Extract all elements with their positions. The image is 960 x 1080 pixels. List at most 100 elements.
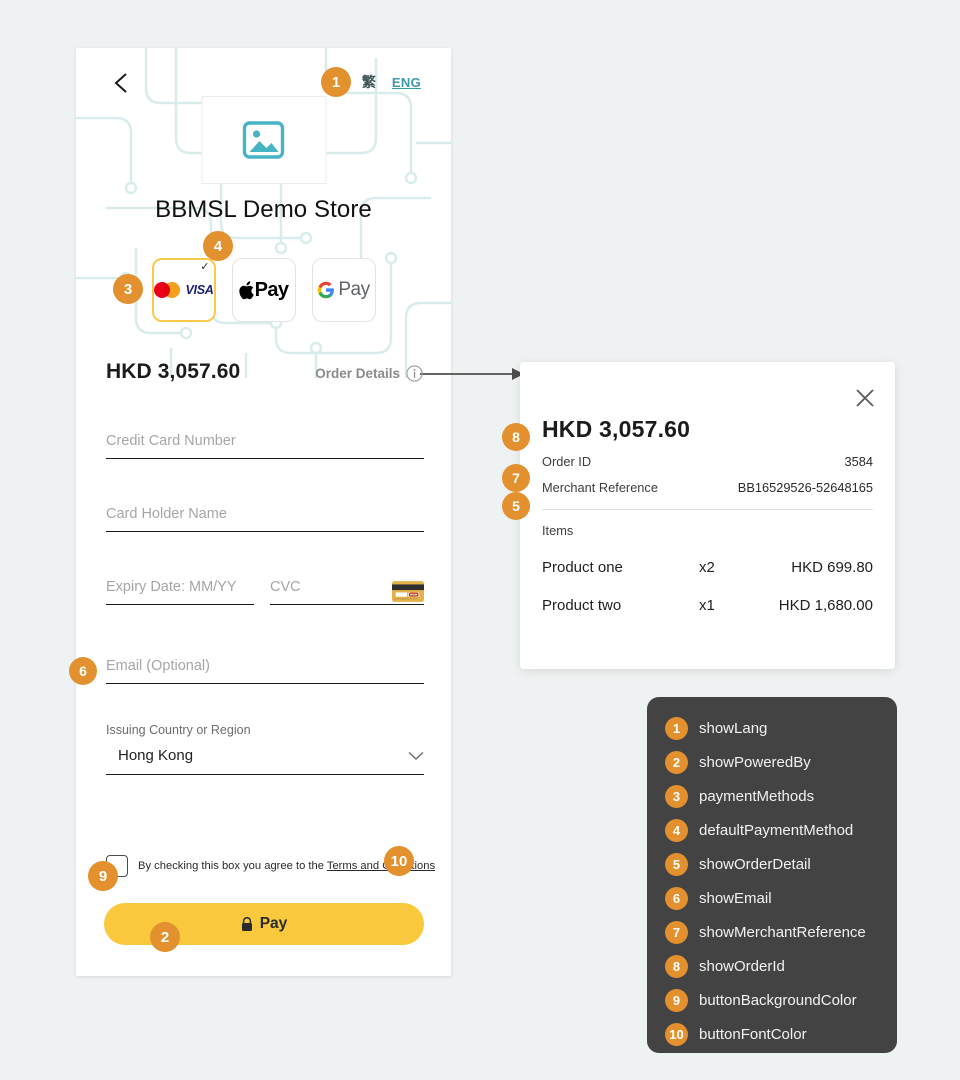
legend-badge: 8 (665, 954, 688, 978)
legend-item: 10 buttonFontColor (647, 1017, 897, 1051)
order-details-panel: HKD 3,057.60 Order ID 3584 Merchant Refe… (520, 362, 895, 669)
field-underline (270, 604, 424, 606)
google-pay-icon: Pay (317, 279, 370, 301)
store-logo (201, 96, 326, 184)
field-underline (106, 531, 424, 533)
payment-method-apple-pay[interactable]: Pay (231, 258, 296, 322)
legend-label: buttonFontColor (699, 1025, 807, 1043)
lock-icon (241, 916, 252, 931)
field-cvc[interactable]: CVC 123 (270, 579, 424, 606)
legend-badge: 1 (665, 716, 688, 740)
callout-badge-6: 6 (69, 657, 97, 685)
back-button[interactable] (110, 70, 132, 96)
callout-badge-2: 2 (150, 922, 180, 952)
field-expiry-date[interactable]: Expiry Date: MM/YY (106, 579, 254, 606)
legend-item: 3 paymentMethods (647, 779, 897, 813)
field-card-holder[interactable]: Card Holder Name (106, 506, 424, 533)
order-item-row: Product two x1 HKD 1,680.00 (542, 597, 873, 614)
language-option-zh[interactable]: 繁 (362, 72, 376, 92)
legend-item: 5 showOrderDetail (647, 847, 897, 881)
screenshot-root: 繁 ENG BBMSL Demo Store ✓ VISA Pay Pay HK… (0, 0, 960, 1080)
legend-label: showMerchantReference (699, 923, 866, 941)
legend-label: showOrderId (699, 957, 785, 975)
callout-badge-10: 10 (384, 846, 414, 876)
legend-label: defaultPaymentMethod (699, 821, 854, 839)
callout-badge-9: 9 (88, 861, 118, 891)
legend-label: showEmail (699, 889, 772, 907)
legend-label: showOrderDetail (699, 855, 811, 873)
legend-badge: 5 (665, 852, 688, 876)
callout-badge-8: 8 (502, 423, 530, 451)
order-details-label: Order Details (315, 366, 400, 381)
legend-label: paymentMethods (699, 787, 815, 805)
field-underline (106, 458, 424, 460)
merchant-reference-row: Merchant Reference BB16529526-52648165 (542, 480, 873, 495)
legend-badge: 2 (665, 750, 688, 774)
legend-panel: 1 showLang 2 showPoweredBy 3 paymentMeth… (647, 697, 897, 1053)
store-name: BBMSL Demo Store (155, 196, 372, 223)
checkout-amount: HKD 3,057.60 (106, 360, 241, 383)
terms-and-conditions-link[interactable]: Terms and Conditions (327, 860, 435, 872)
mastercard-visa-icon: VISA (153, 282, 214, 298)
legend-item: 1 showLang (647, 711, 897, 745)
payment-method-card[interactable]: ✓ VISA (151, 258, 216, 322)
email-placeholder: Email (Optional) (106, 658, 210, 674)
order-id-row: Order ID 3584 (542, 454, 873, 469)
callout-badge-4: 4 (203, 231, 233, 261)
legend-badge: 3 (665, 784, 688, 808)
checkout-card: 繁 ENG BBMSL Demo Store ✓ VISA Pay Pay HK… (76, 48, 451, 976)
expiry-placeholder: Expiry Date: MM/YY (106, 579, 237, 595)
merchant-reference-value: BB16529526-52648165 (737, 480, 873, 495)
issuing-country-label: Issuing Country or Region (106, 723, 251, 737)
legend-badge: 10 (665, 1022, 688, 1046)
item-name: Product two (542, 597, 622, 614)
legend-badge: 4 (665, 818, 688, 842)
svg-text:bb: bb (268, 975, 289, 976)
issuing-country-value: Hong Kong (118, 747, 194, 764)
info-icon (406, 365, 423, 382)
legend-item: 4 defaultPaymentMethod (647, 813, 897, 847)
language-option-en[interactable]: ENG (392, 75, 421, 90)
apple-pay-icon: Pay (238, 279, 289, 302)
order-details-button[interactable]: Order Details (315, 365, 423, 382)
callout-arrow (420, 368, 524, 380)
chevron-down-icon[interactable] (408, 751, 424, 761)
field-issuing-country[interactable]: Issuing Country or Region Hong Kong (106, 723, 424, 776)
legend-item: 7 showMerchantReference (647, 915, 897, 949)
field-underline (106, 604, 254, 606)
divider (542, 509, 873, 510)
close-icon[interactable] (855, 388, 875, 408)
legend-label: showLang (699, 719, 768, 737)
pay-button-label: Pay (259, 915, 288, 932)
legend-item: 9 buttonBackgroundColor (647, 983, 897, 1017)
card-number-placeholder: Credit Card Number (106, 433, 236, 449)
card-holder-placeholder: Card Holder Name (106, 506, 227, 522)
callout-badge-7: 7 (502, 464, 530, 492)
legend-badge: 7 (665, 920, 688, 944)
callout-badge-3: 3 (113, 274, 143, 304)
powered-by: Powered by bb (76, 973, 451, 976)
item-name: Product one (542, 559, 623, 576)
bbmsl-logo-icon: bb (268, 975, 289, 976)
field-card-number[interactable]: Credit Card Number (106, 433, 424, 460)
item-amount: HKD 699.80 (791, 559, 873, 576)
order-id-label: Order ID (542, 454, 592, 469)
check-icon: ✓ (200, 261, 210, 273)
payment-method-google-pay[interactable]: Pay (311, 258, 376, 322)
image-placeholder-icon (242, 121, 285, 159)
callout-badge-1: 1 (321, 67, 351, 97)
legend-label: buttonBackgroundColor (699, 991, 857, 1009)
language-switcher[interactable]: 繁 ENG (362, 72, 421, 92)
chevron-left-icon (114, 73, 127, 93)
bbmsl-logo: bb (268, 973, 336, 976)
items-label: Items (542, 523, 574, 538)
field-underline (106, 683, 424, 685)
field-underline (106, 774, 424, 776)
amount-row: HKD 3,057.60 Order Details (106, 360, 423, 384)
merchant-reference-label: Merchant Reference (542, 480, 658, 495)
terms-prefix: By checking this box you agree to the (138, 860, 327, 872)
order-id-value: 3584 (844, 454, 873, 469)
order-panel-amount: HKD 3,057.60 (542, 416, 691, 442)
credit-card-cvc-icon: 123 (392, 581, 424, 602)
field-email[interactable]: Email (Optional) (106, 658, 424, 685)
